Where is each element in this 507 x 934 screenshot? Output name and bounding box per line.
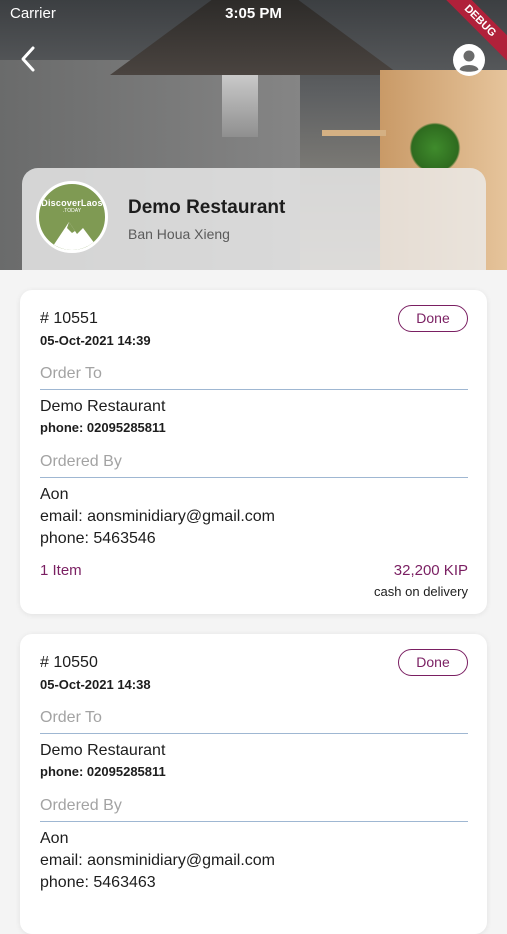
profile-button[interactable]	[453, 44, 485, 76]
restaurant-address: Ban Houa Xieng	[128, 226, 230, 242]
restaurant-card: DiscoverLaos .TODAY Demo Restaurant Ban …	[22, 168, 486, 270]
mountain-icon	[50, 222, 100, 250]
order-date: 05-Oct-2021 14:38	[40, 677, 151, 692]
restaurant-name: Demo Restaurant	[128, 197, 286, 218]
ordered-by-name: Aon	[40, 486, 69, 503]
ordered-by-email: email: aonsminidiary@gmail.com	[40, 508, 275, 525]
back-button[interactable]	[14, 44, 44, 74]
status-badge: Done	[398, 305, 468, 332]
order-total: 32,200 KIP	[393, 562, 468, 579]
item-count: 1 Item	[40, 562, 82, 579]
status-time: 3:05 PM	[225, 5, 282, 22]
order-to-label: Order To	[40, 709, 102, 726]
ordered-by-phone: phone: 5463546	[40, 530, 156, 547]
chevron-left-icon	[21, 46, 35, 72]
order-to-phone: phone: 02095285811	[40, 764, 166, 779]
order-date: 05-Oct-2021 14:39	[40, 333, 151, 348]
ordered-by-label: Ordered By	[40, 453, 122, 470]
divider	[40, 477, 468, 478]
payment-method: cash on delivery	[374, 584, 468, 599]
order-number: # 10550	[40, 654, 98, 671]
user-icon	[453, 44, 485, 76]
restaurant-logo: DiscoverLaos .TODAY	[36, 181, 108, 253]
divider	[40, 733, 468, 734]
order-to-label: Order To	[40, 365, 102, 382]
order-card[interactable]: # 10550 05-Oct-2021 14:38 Done Order To …	[20, 634, 487, 934]
ordered-by-name: Aon	[40, 830, 69, 847]
order-to-name: Demo Restaurant	[40, 742, 166, 759]
order-to-phone: phone: 02095285811	[40, 420, 166, 435]
order-number: # 10551	[40, 310, 98, 327]
order-to-name: Demo Restaurant	[40, 398, 166, 415]
status-badge: Done	[398, 649, 468, 676]
ordered-by-phone: phone: 5463463	[40, 874, 156, 891]
header-background-image: Carrier 3:05 PM DEBUG DiscoverLaos .TODA…	[0, 0, 507, 270]
divider	[40, 389, 468, 390]
logo-title: DiscoverLaos	[41, 198, 103, 208]
ordered-by-label: Ordered By	[40, 797, 122, 814]
order-card[interactable]: # 10551 05-Oct-2021 14:39 Done Order To …	[20, 290, 487, 614]
divider	[40, 821, 468, 822]
ordered-by-email: email: aonsminidiary@gmail.com	[40, 852, 275, 869]
status-bar: Carrier 3:05 PM	[0, 0, 507, 28]
